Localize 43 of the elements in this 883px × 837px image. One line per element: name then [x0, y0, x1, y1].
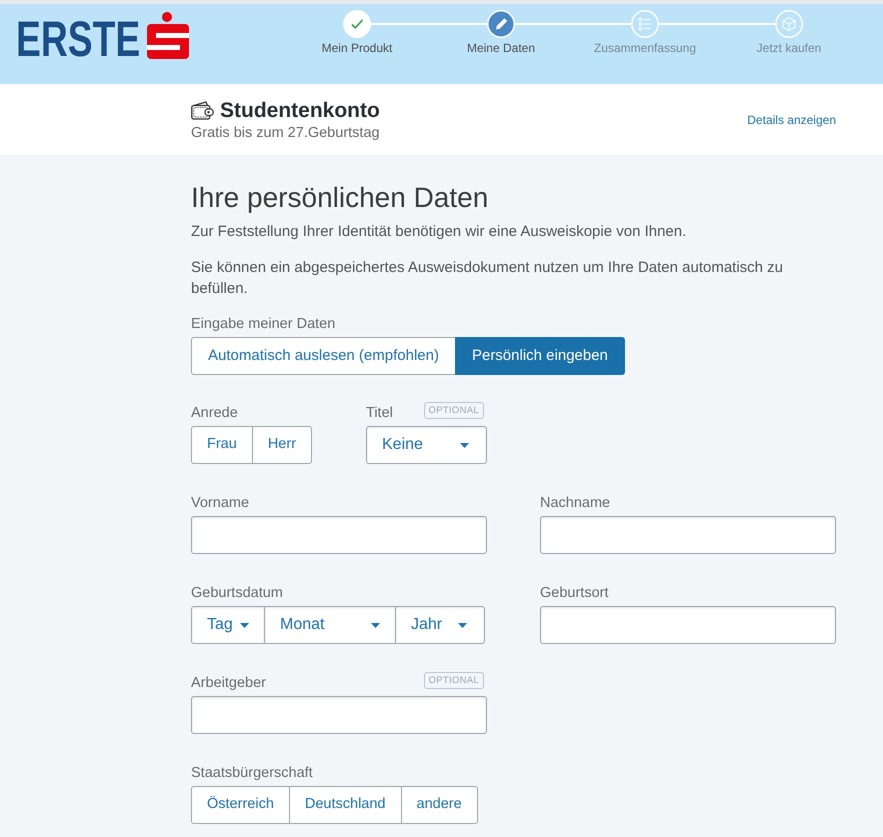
- intro-text: Sie können ein abgespeichertes Ausweisdokument nutzen um Ihre Daten automatisch zu befüllen.: [191, 258, 784, 299]
- segment-button[interactable]: Persönlich eingeben: [454, 337, 625, 375]
- caret-icon: [458, 622, 467, 628]
- dropdown-select[interactable]: Keine: [366, 426, 487, 464]
- wallet-icon: [191, 101, 214, 120]
- segment-button[interactable]: Österreich: [191, 786, 290, 824]
- step-label: Meine Daten: [466, 40, 536, 56]
- product-subtitle: Gratis bis zum 27.Geburtstag: [191, 124, 380, 142]
- step-label: Zusammenfassung: [594, 40, 696, 56]
- step-label: Mein Produkt: [322, 40, 392, 56]
- field-label: Eingabe meiner Daten: [191, 315, 336, 334]
- caret-icon: [371, 622, 380, 628]
- optional-badge: OPTIONAL: [424, 672, 484, 689]
- details-link[interactable]: Details anzeigen: [747, 110, 836, 128]
- text-input[interactable]: [540, 516, 836, 554]
- field-label: Geburtsort: [540, 584, 608, 603]
- field-label: Anrede: [191, 404, 238, 423]
- text-input[interactable]: [540, 606, 836, 644]
- segment-button[interactable]: Automatisch auslesen (empfohlen): [191, 337, 456, 375]
- logo-symbol-icon: [147, 12, 189, 59]
- segment-button[interactable]: Frau: [191, 426, 253, 464]
- text-input[interactable]: [191, 696, 487, 734]
- field-label: Staatsbürgerschaft: [191, 764, 313, 783]
- dropdown-select[interactable]: Jahr: [395, 606, 485, 644]
- optional-badge: OPTIONAL: [424, 402, 484, 419]
- step-label: Jetzt kaufen: [756, 40, 822, 56]
- segment-button[interactable]: andere: [400, 786, 478, 824]
- field-label: Vorname: [191, 494, 250, 513]
- dropdown-select[interactable]: Monat: [264, 606, 396, 644]
- intro-text: Zur Feststellung Ihrer Identität benötigen wir eine Ausweiskopie von Ihnen.: [191, 222, 688, 242]
- field-label: Arbeitgeber: [191, 674, 266, 693]
- text-input[interactable]: [191, 516, 487, 554]
- caret-icon: [460, 442, 469, 448]
- product-title: Studentenkonto: [220, 98, 380, 124]
- page-heading: Ihre persönlichen Daten: [191, 181, 490, 215]
- field-label: Nachname: [540, 494, 610, 513]
- caret-icon: [240, 622, 249, 628]
- logo-wordmark: ERSTE: [16, 14, 140, 64]
- segment-button[interactable]: Herr: [252, 426, 312, 464]
- segment-button[interactable]: Deutschland: [288, 786, 402, 824]
- field-label: Geburtsdatum: [191, 584, 283, 603]
- field-label: Titel: [366, 404, 393, 423]
- dropdown-select[interactable]: Tag: [191, 606, 265, 644]
